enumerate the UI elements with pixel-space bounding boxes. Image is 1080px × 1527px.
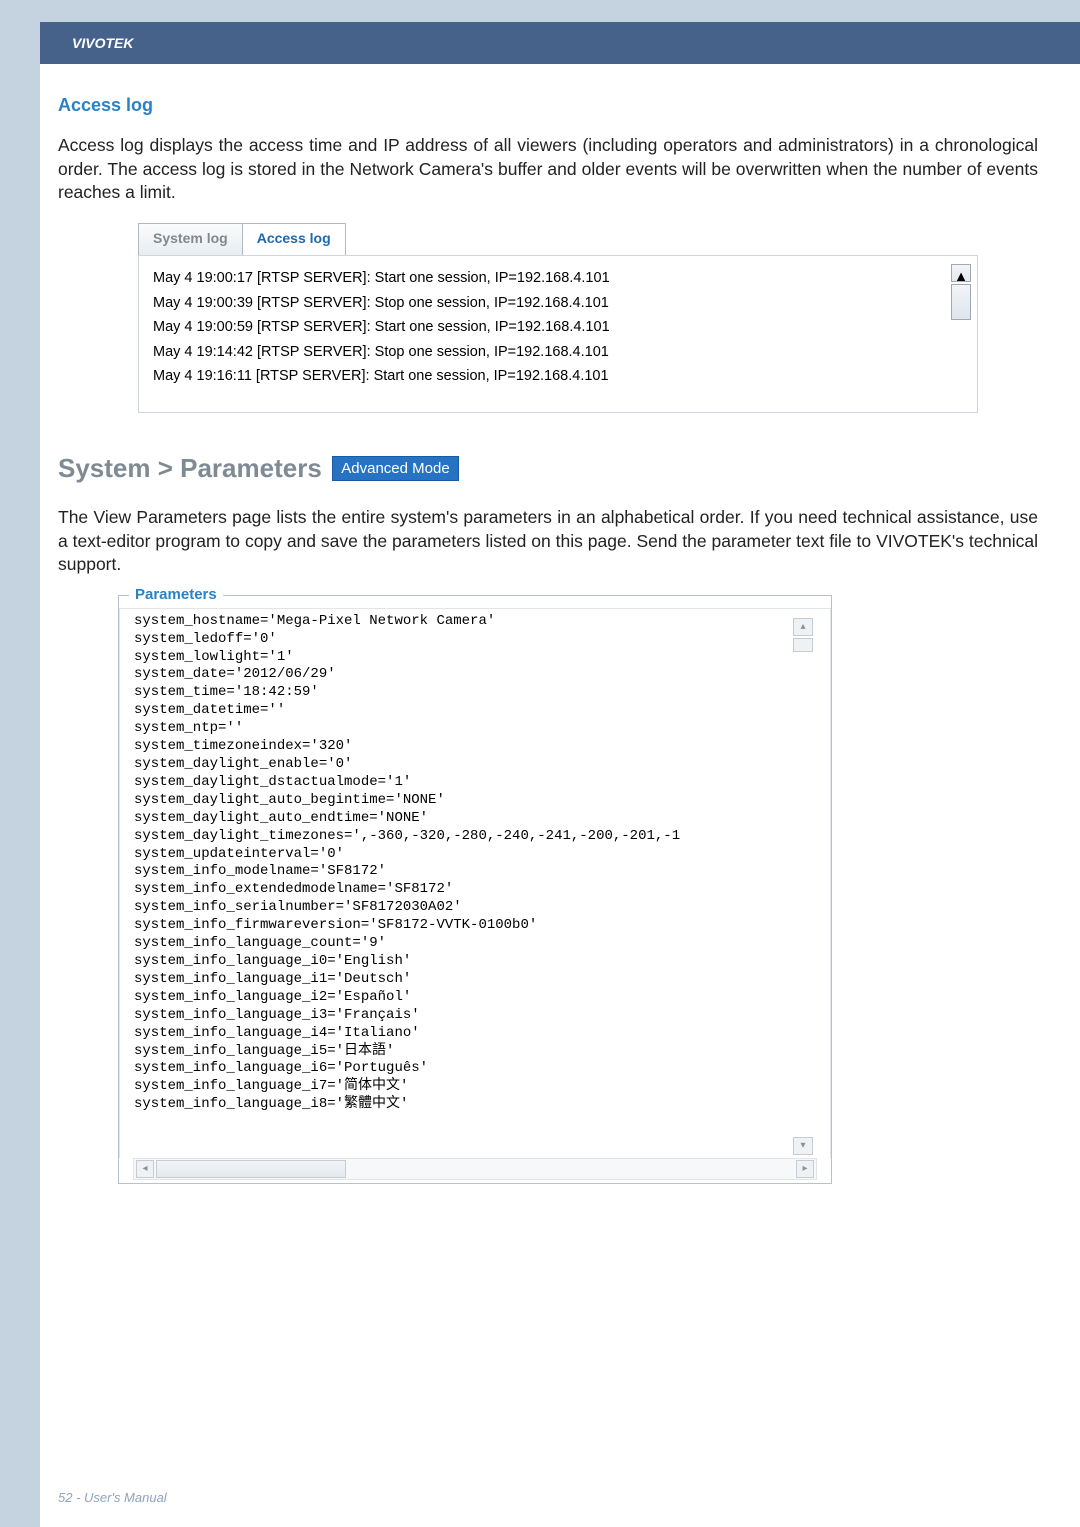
access-log-heading: Access log: [58, 95, 1038, 116]
page-top-stripe: [0, 0, 1080, 22]
access-log-figure: System log Access log May 4 19:00:17 [RT…: [138, 223, 978, 413]
parameters-paragraph: The View Parameters page lists the entir…: [58, 506, 1038, 577]
tab-system-log[interactable]: System log: [138, 223, 243, 255]
page-footer: 52 - User's Manual: [58, 1490, 167, 1505]
page-left-band: [0, 22, 40, 1527]
system-parameters-heading-row: System > Parameters Advanced Mode: [58, 453, 1038, 484]
scroll-right-icon[interactable]: ▸: [796, 1160, 814, 1178]
log-line: May 4 19:16:11 [RTSP SERVER]: Start one …: [153, 364, 963, 389]
scroll-left-icon[interactable]: ◂: [136, 1160, 154, 1178]
log-line: May 4 19:00:17 [RTSP SERVER]: Start one …: [153, 266, 963, 291]
advanced-mode-badge: Advanced Mode: [332, 456, 458, 481]
parameters-figure: Parameters system_hostname='Mega-Pixel N…: [118, 595, 832, 1184]
log-line: May 4 19:14:42 [RTSP SERVER]: Stop one s…: [153, 340, 963, 365]
scroll-up-icon[interactable]: ▴: [793, 618, 813, 636]
log-line: May 4 19:00:39 [RTSP SERVER]: Stop one s…: [153, 291, 963, 316]
scroll-up-icon[interactable]: ▲: [951, 264, 971, 282]
brand-header: VIVOTEK: [40, 22, 1080, 64]
parameters-text[interactable]: system_hostname='Mega-Pixel Network Came…: [119, 608, 831, 1158]
scroll-thumb[interactable]: [793, 638, 813, 652]
parameters-hscroll: ◂ ▸: [133, 1158, 817, 1180]
parameters-legend: Parameters: [129, 586, 223, 603]
scroll-thumb[interactable]: [951, 284, 971, 320]
scroll-down-icon[interactable]: ▾: [793, 1137, 813, 1155]
scroll-thumb-h[interactable]: [156, 1160, 346, 1178]
tab-access-log[interactable]: Access log: [242, 223, 346, 255]
log-tabs: System log Access log: [138, 223, 978, 255]
parameters-vscroll: ▴ ▾: [794, 614, 816, 1157]
brand-text: VIVOTEK: [72, 35, 133, 51]
access-log-paragraph: Access log displays the access time and …: [58, 134, 1038, 205]
access-log-body: May 4 19:00:17 [RTSP SERVER]: Start one …: [138, 255, 978, 413]
log-line: May 4 19:00:59 [RTSP SERVER]: Start one …: [153, 315, 963, 340]
system-parameters-heading: System > Parameters: [58, 453, 322, 484]
parameters-fieldset: Parameters system_hostname='Mega-Pixel N…: [118, 595, 832, 1184]
